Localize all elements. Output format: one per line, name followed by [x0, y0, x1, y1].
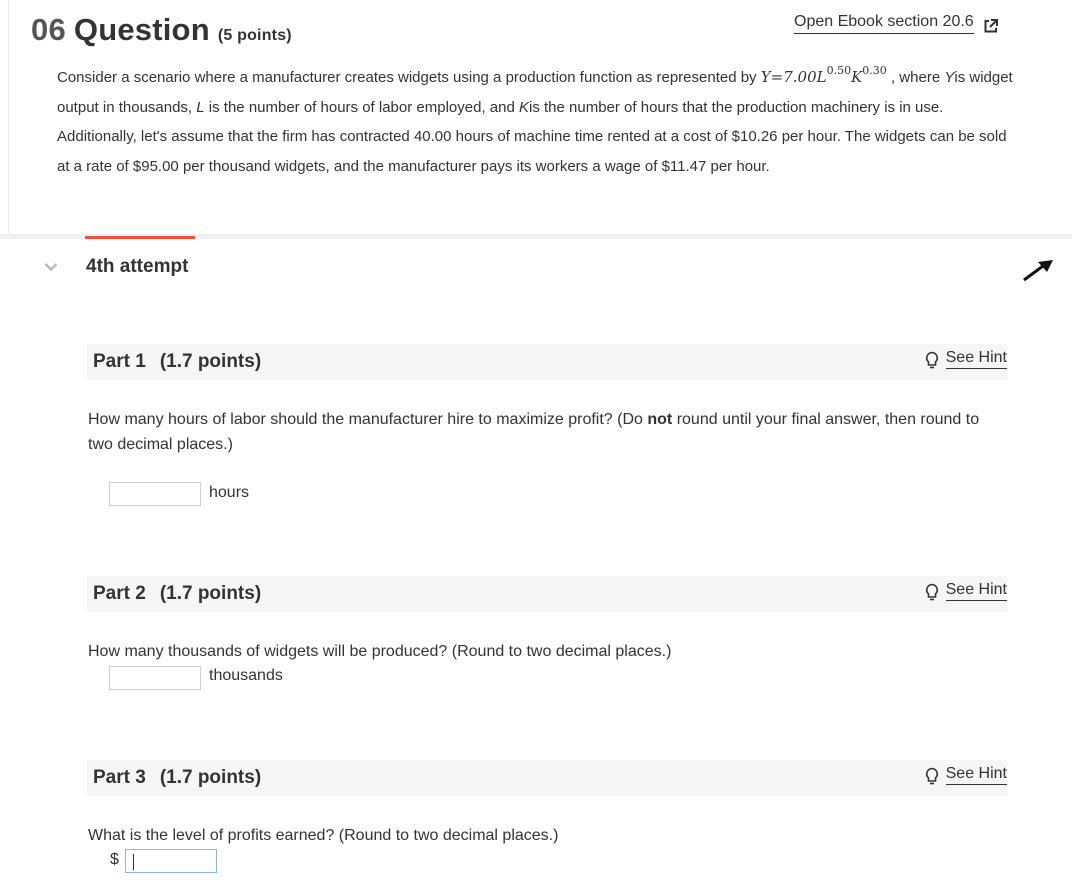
- part-1-label: Part 1: [93, 351, 146, 372]
- stem-l-desc: is the number of hours of labor employed…: [208, 98, 515, 116]
- question-points: (5 points): [217, 27, 292, 44]
- stem-intro: Consider a scenario where a manufacturer…: [57, 69, 757, 86]
- question-label: Question: [73, 12, 210, 47]
- question-title: 06 Question (5 points): [31, 12, 292, 48]
- part-1-header: Part 1 (1.7 points) See Hint: [87, 344, 1007, 380]
- formula-exp-l: 0.50: [826, 64, 852, 77]
- formula-y: Y: [760, 68, 771, 86]
- part-3-points: (1.7 points): [159, 767, 262, 788]
- attempt-progress-bar: [85, 236, 195, 239]
- lightbulb-icon: [925, 351, 938, 369]
- formula-coefficient: =7.00: [770, 68, 817, 86]
- part-2-question: How many thousands of widgets will be pr…: [88, 643, 672, 660]
- stem-l-var: L: [196, 98, 205, 116]
- stem-price: $95.00: [132, 157, 179, 175]
- part-2-points: (1.7 points): [159, 583, 262, 604]
- part-2-header: Part 2 (1.7 points) See Hint: [87, 576, 1007, 612]
- stem-wage: $11.47: [661, 157, 707, 175]
- formula-l: L: [816, 68, 827, 86]
- question-stem: Consider a scenario where a manufacturer…: [57, 58, 1019, 181]
- formula-exp-k: 0.30: [862, 64, 887, 77]
- part-3-answer-input[interactable]: [125, 849, 217, 873]
- stem-rent-text: hours of machine time rented at a cost o…: [455, 128, 728, 145]
- lightbulb-icon: [925, 767, 938, 785]
- stem-per-hour-2: per hour.: [710, 157, 770, 175]
- part-1-unit: hours: [209, 484, 250, 501]
- part-2-hint-label[interactable]: See Hint: [945, 581, 1007, 601]
- stem-k-var: K: [518, 98, 529, 116]
- stem-rent-cost: $10.26: [731, 128, 778, 145]
- external-link-icon[interactable]: [983, 18, 999, 34]
- formula-k: K: [851, 68, 863, 86]
- part-3-see-hint[interactable]: See Hint: [925, 765, 1007, 785]
- part-2-unit: thousands: [209, 667, 283, 684]
- production-function: Y=7.00L0.50K0.30: [760, 64, 887, 86]
- part-3-title: Part 3 (1.7 points): [93, 767, 261, 789]
- question-number: 06: [31, 12, 66, 47]
- part-1-points: (1.7 points): [159, 351, 262, 372]
- part-3-hint-label[interactable]: See Hint: [945, 765, 1007, 785]
- part-3-question: What is the level of profits earned? (Ro…: [88, 827, 559, 844]
- part-3-header: Part 3 (1.7 points) See Hint: [87, 760, 1007, 796]
- stem-machine-hours: 40.00: [413, 128, 452, 145]
- part-2-label: Part 2: [93, 583, 146, 604]
- part-1-text-before: How many hours of labor should the manuf…: [88, 411, 643, 428]
- attempt-label: 4th attempt: [86, 256, 189, 277]
- part-3-currency-prefix: $: [110, 851, 119, 868]
- stem-y-var: Y: [944, 69, 955, 86]
- stem-per-thousand: per thousand widgets, and the manufactur…: [182, 157, 658, 175]
- part-1-text-bold: not: [647, 411, 673, 428]
- part-1-title: Part 1 (1.7 points): [93, 351, 261, 373]
- part-2-see-hint[interactable]: See Hint: [925, 581, 1007, 601]
- chevron-down-icon[interactable]: [44, 262, 58, 272]
- part-2-title: Part 2 (1.7 points): [93, 583, 261, 605]
- part-1-hint-label[interactable]: See Hint: [945, 349, 1007, 369]
- part-1-question: How many hours of labor should the manuf…: [88, 407, 1008, 457]
- text-caret: [133, 854, 134, 870]
- open-ebook-link[interactable]: Open Ebook section 20.6: [794, 13, 974, 34]
- part-3-label: Part 3: [93, 767, 146, 788]
- part-2-answer-input[interactable]: [109, 666, 201, 690]
- part-1-see-hint[interactable]: See Hint: [925, 349, 1007, 369]
- stem-after-formula: , where: [890, 69, 941, 86]
- part-1-answer-input[interactable]: [109, 482, 201, 506]
- lightbulb-icon: [925, 583, 938, 601]
- cursor-arrow-icon: [1023, 260, 1053, 282]
